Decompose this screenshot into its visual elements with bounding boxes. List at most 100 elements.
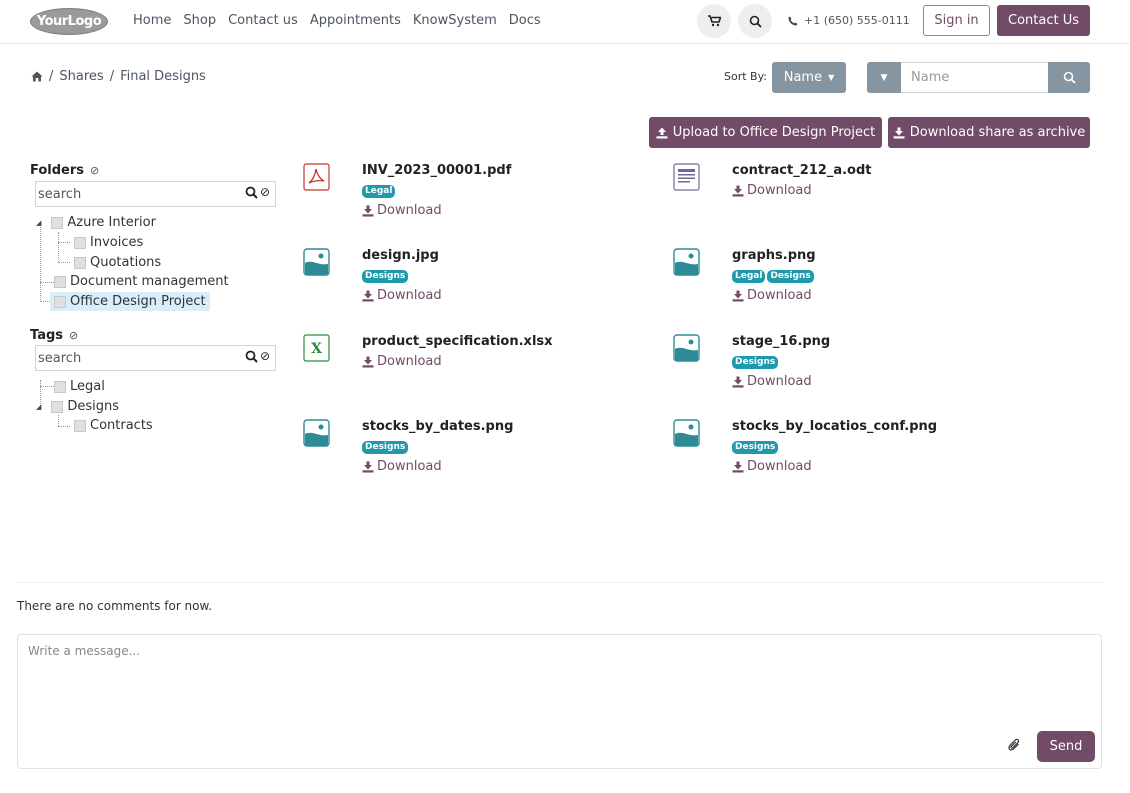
folder-invoices[interactable]: Invoices	[74, 233, 143, 252]
nav-docs[interactable]: Docs	[509, 13, 541, 28]
sort-dropdown[interactable]: Name ▼	[772, 62, 846, 93]
pdf-file-icon[interactable]	[303, 163, 330, 191]
file-name[interactable]: stocks_by_dates.png	[362, 419, 513, 434]
download-label: Download	[747, 183, 812, 198]
logo[interactable]: YourLogo	[30, 8, 108, 35]
file-name[interactable]: product_specification.xlsx	[362, 334, 553, 349]
main-nav: Home Shop Contact us Appointments KnowSy…	[133, 13, 553, 28]
nav-knowsystem[interactable]: KnowSystem	[413, 13, 497, 28]
download-label: Download	[377, 203, 442, 218]
search-icon	[1063, 71, 1076, 84]
tags-search-placeholder: search	[38, 350, 82, 366]
name-search-input[interactable]: Name	[901, 62, 1049, 93]
image-file-icon[interactable]	[673, 419, 700, 447]
nav-appointments[interactable]: Appointments	[310, 13, 401, 28]
search-button[interactable]	[738, 4, 772, 38]
file-name[interactable]: stocks_by_locatios_conf.png	[732, 419, 937, 434]
download-link[interactable]: Download	[732, 288, 812, 303]
message-composer: Write a message... Send	[17, 634, 1102, 769]
folder-azure-interior[interactable]: ◢ Azure Interior	[36, 213, 156, 232]
download-label: Download	[377, 354, 442, 369]
tree-line	[40, 222, 41, 302]
tag-label: Designs	[67, 399, 120, 414]
folder-checkbox[interactable]	[51, 216, 64, 229]
download-archive-button[interactable]: Download share as archive	[888, 117, 1090, 148]
file-name[interactable]: design.jpg	[362, 248, 439, 263]
folder-checkbox[interactable]	[54, 295, 66, 308]
message-input[interactable]: Write a message...	[28, 644, 140, 658]
contact-us-button[interactable]: Contact Us	[997, 5, 1090, 36]
nav-shop[interactable]: Shop	[183, 13, 216, 28]
clear-icon[interactable]: ⊘	[260, 186, 270, 199]
download-link[interactable]: Download	[732, 374, 812, 389]
cart-icon	[707, 15, 721, 27]
tag-checkbox[interactable]	[54, 380, 66, 393]
file-name[interactable]: graphs.png	[732, 248, 816, 263]
download-link[interactable]: Download	[732, 183, 812, 198]
search-filter-dropdown[interactable]: ▼	[867, 62, 901, 93]
tag-legal[interactable]: Legal	[54, 377, 105, 396]
tag-badge: Legal	[362, 185, 396, 198]
clear-icon[interactable]: ⊘	[90, 164, 99, 177]
file-name[interactable]: contract_212_a.odt	[732, 163, 872, 178]
download-link[interactable]: Download	[362, 203, 442, 218]
cart-button[interactable]	[697, 4, 731, 38]
tag-badge: Designs	[732, 356, 779, 369]
upload-button[interactable]: Upload to Office Design Project	[649, 117, 882, 148]
sort-value: Name	[783, 70, 823, 85]
tags-search-input[interactable]: search ⊘	[35, 345, 276, 371]
tag-badge: Designs	[362, 441, 409, 454]
upload-label: Upload to Office Design Project	[672, 125, 876, 140]
folder-checkbox[interactable]	[54, 275, 66, 288]
tag-checkbox[interactable]	[74, 419, 86, 432]
caret-down-icon: ▼	[828, 73, 835, 82]
folder-checkbox[interactable]	[74, 256, 86, 269]
image-file-icon[interactable]	[303, 248, 330, 276]
folder-label: Azure Interior	[67, 215, 156, 230]
phone-link[interactable]: +1 (650) 555-0111	[788, 14, 910, 27]
image-file-icon[interactable]	[303, 419, 330, 447]
home-icon[interactable]	[31, 71, 43, 82]
folder-label: Office Design Project	[70, 294, 206, 309]
search-icon[interactable]	[245, 186, 258, 199]
name-search-button[interactable]	[1048, 62, 1090, 93]
file-name[interactable]: INV_2023_00001.pdf	[362, 163, 511, 178]
folder-checkbox[interactable]	[74, 236, 86, 249]
download-link[interactable]: Download	[362, 354, 442, 369]
search-icon[interactable]	[245, 350, 258, 363]
spreadsheet-file-icon[interactable]: X	[303, 334, 330, 362]
caret-open-icon[interactable]: ◢	[36, 219, 41, 227]
folders-title: Folders ⊘	[30, 163, 99, 178]
sign-in-button[interactable]: Sign in	[923, 5, 990, 36]
archive-label: Download share as archive	[909, 125, 1086, 140]
folder-document-management[interactable]: Document management	[54, 272, 229, 291]
download-label: Download	[747, 288, 812, 303]
folder-label: Document management	[70, 274, 229, 289]
send-button[interactable]: Send	[1037, 731, 1095, 762]
clear-icon[interactable]: ⊘	[260, 350, 270, 363]
image-file-icon[interactable]	[673, 334, 700, 362]
download-link[interactable]: Download	[362, 459, 442, 474]
tag-checkbox[interactable]	[51, 400, 64, 413]
download-link[interactable]: Download	[362, 288, 442, 303]
search-icons: ⊘	[245, 350, 270, 363]
document-file-icon[interactable]	[673, 163, 700, 191]
folder-office-design-project[interactable]: Office Design Project	[50, 292, 210, 311]
breadcrumb-shares[interactable]: Shares	[59, 69, 103, 84]
folders-search-input[interactable]: search ⊘	[35, 181, 276, 207]
image-file-icon[interactable]	[673, 248, 700, 276]
paperclip-icon[interactable]	[1008, 738, 1021, 752]
download-icon	[362, 356, 374, 367]
folder-quotations[interactable]: Quotations	[74, 253, 161, 272]
nav-home[interactable]: Home	[133, 13, 171, 28]
tag-designs[interactable]: ◢ Designs	[36, 397, 119, 416]
file-name[interactable]: stage_16.png	[732, 334, 830, 349]
download-link[interactable]: Download	[732, 459, 812, 474]
caret-open-icon[interactable]: ◢	[36, 403, 41, 411]
tag-contracts[interactable]: Contracts	[74, 416, 153, 435]
breadcrumb-final-designs: Final Designs	[120, 69, 206, 84]
nav-contact-us[interactable]: Contact us	[228, 13, 298, 28]
breadcrumb: / Shares / Final Designs	[31, 69, 206, 84]
clear-icon[interactable]: ⊘	[69, 329, 78, 342]
folders-search-placeholder: search	[38, 186, 82, 202]
